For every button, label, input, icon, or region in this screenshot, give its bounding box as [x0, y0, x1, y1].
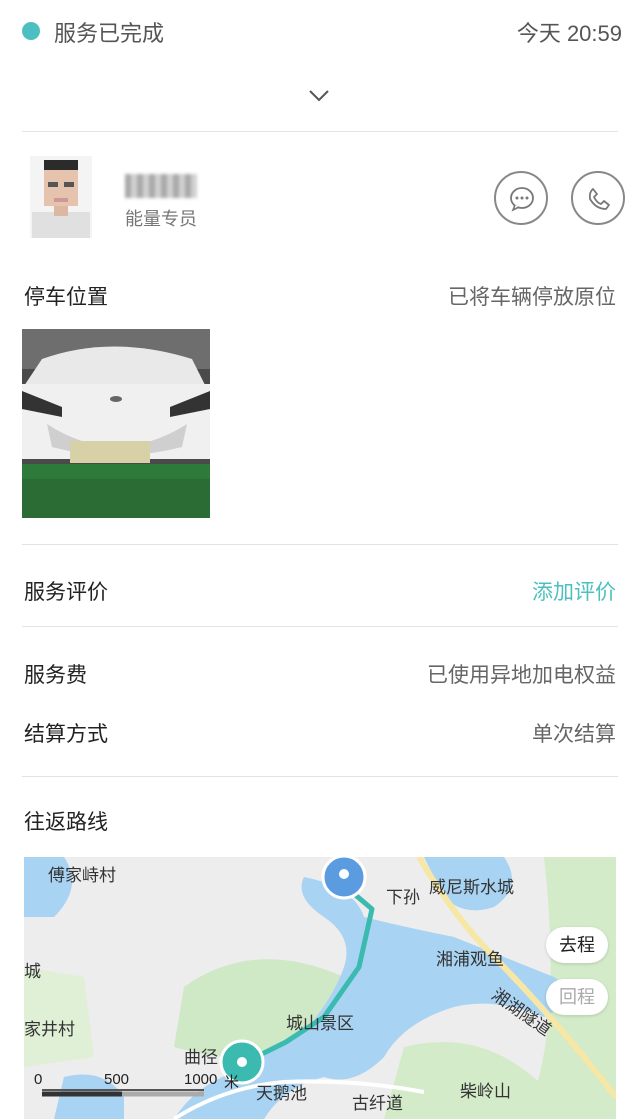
route-map[interactable]: 傅家峙村 下孙 威尼斯水城 湘浦观鱼 湘湖隧道 城山景区 曲径 家井村 天鹅池 …: [24, 857, 616, 1119]
fee-value: 已使用异地加电权益: [427, 664, 616, 687]
outbound-route-button[interactable]: 去程: [546, 927, 608, 963]
map-place: 家井村: [24, 1020, 75, 1039]
map-place: 湘浦观鱼: [436, 950, 504, 969]
chat-button[interactable]: [494, 171, 548, 225]
status-row: 服务已完成 今天 20:59: [22, 14, 622, 48]
settlement-value: 单次结算: [532, 723, 616, 746]
chevron-down-icon: [309, 90, 329, 102]
map-place: 天鹅池: [256, 1084, 307, 1103]
chat-bubble-icon: [510, 187, 534, 212]
status-dot: [22, 22, 40, 40]
scale-label: 米: [224, 1074, 240, 1091]
map-place: 古纤道: [352, 1094, 403, 1113]
agent-role: 能量专员: [125, 209, 197, 229]
avatar: [30, 156, 92, 238]
fee-label: 服务费: [24, 664, 87, 687]
rating-label: 服务评价: [24, 581, 108, 604]
map-place: 威尼斯水城: [429, 878, 514, 897]
phone-icon: [588, 188, 610, 210]
settlement-label: 结算方式: [24, 723, 108, 746]
map-place: 傅家峙村: [48, 866, 116, 885]
return-route-button[interactable]: 回程: [546, 979, 608, 1015]
car-photo[interactable]: [22, 329, 210, 518]
route-label: 往返路线: [24, 811, 108, 834]
scale-label: 0: [34, 1071, 43, 1088]
scale-label: 1000: [184, 1071, 218, 1088]
divider: [22, 776, 618, 777]
divider: [22, 131, 618, 132]
divider: [22, 544, 618, 545]
map-place: 城山景区: [286, 1014, 354, 1033]
map-place: 下孙: [386, 888, 420, 907]
phone-button[interactable]: [571, 171, 625, 225]
parking-label: 停车位置: [24, 286, 108, 309]
agent-name-obscured: [125, 174, 197, 198]
parking-value: 已将车辆停放原位: [448, 286, 616, 309]
scale-label: 500: [104, 1071, 130, 1088]
map-place: 柴岭山: [460, 1082, 511, 1101]
status-time: 今天 20:59: [516, 21, 622, 46]
map-place: 城: [24, 962, 41, 981]
divider: [22, 626, 618, 627]
map-place: 曲径: [184, 1048, 218, 1067]
collapse-button[interactable]: [302, 82, 336, 110]
add-rating-link[interactable]: 添加评价: [532, 576, 616, 606]
status-text: 服务已完成: [54, 21, 165, 46]
